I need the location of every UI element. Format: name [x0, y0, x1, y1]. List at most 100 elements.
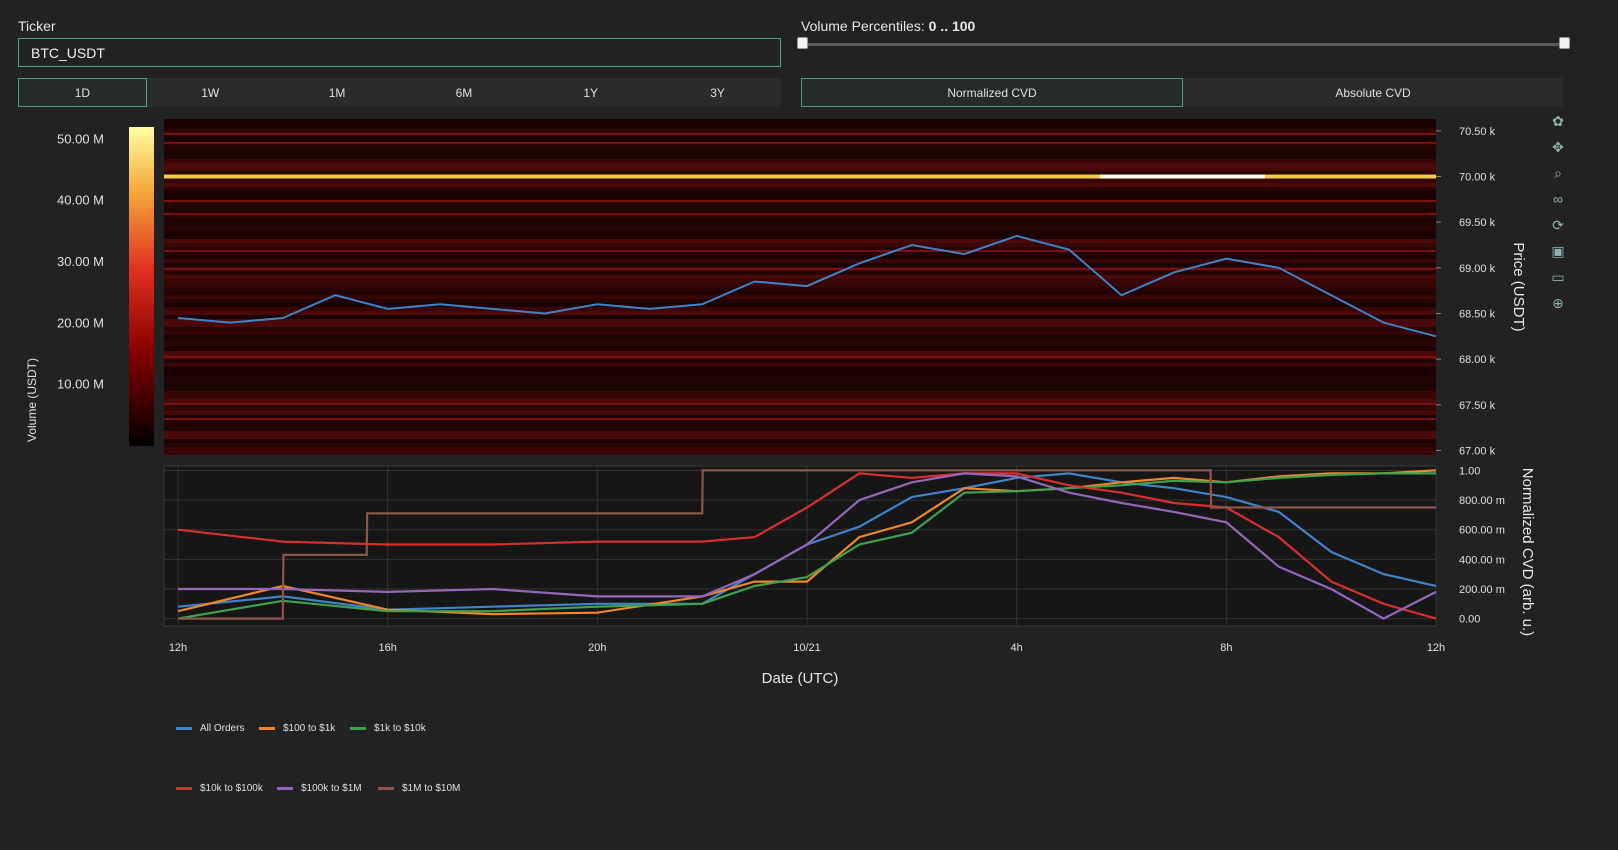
heatmap-row	[164, 239, 1436, 243]
zoom-icon[interactable]: ⌕	[1546, 160, 1570, 186]
heatmap-row	[164, 159, 1436, 163]
heatmap-level	[164, 418, 1436, 420]
cvd-y-tick: 1.00	[1459, 465, 1480, 477]
colorbar-tick: 10.00 M	[57, 377, 104, 392]
heatmap-row	[164, 395, 1436, 399]
heatmap-row	[164, 399, 1436, 403]
heatmap-row	[164, 347, 1436, 351]
heatmap-row	[164, 295, 1436, 299]
heatmap-row	[164, 371, 1436, 375]
heatmap-peak-level	[1100, 174, 1265, 179]
cvd-mode-absolute-cvd[interactable]: Absolute CVD	[1183, 78, 1563, 107]
cvd-x-tick: 16h	[378, 642, 396, 654]
heatmap-level	[164, 250, 1436, 252]
heatmap-row	[164, 343, 1436, 347]
legend-swatch	[350, 727, 366, 730]
plotly-logo-icon[interactable]: ✿	[1546, 108, 1570, 134]
heatmap-row	[164, 431, 1436, 435]
legend-label: $1k to $10k	[374, 723, 426, 734]
timeframe-3y[interactable]: 3Y	[654, 78, 781, 107]
cvd-x-tick: 12h	[1427, 642, 1445, 654]
legend-item[interactable]: $1M to $10M	[378, 783, 460, 794]
heatmap-row	[164, 339, 1436, 343]
legend-item[interactable]: All Orders	[176, 723, 244, 734]
heatmap-row	[164, 379, 1436, 383]
volume-percentiles-value: 0 .. 100	[928, 18, 976, 34]
heatmap-row	[164, 387, 1436, 391]
legend-swatch	[176, 787, 192, 790]
reset-axes-icon[interactable]: ⟳	[1546, 212, 1570, 238]
heatmap-level	[164, 403, 1436, 405]
heatmap-row	[164, 279, 1436, 283]
colorbar-tick: 50.00 M	[57, 131, 104, 146]
download-icon[interactable]: ▣	[1546, 238, 1570, 264]
x-axis-title: Date (UTC)	[762, 670, 839, 687]
legend-label: All Orders	[200, 723, 245, 734]
legend-swatch	[277, 787, 293, 790]
crosshair-icon[interactable]: ⊕	[1546, 290, 1570, 316]
legend-swatch	[259, 727, 275, 730]
cvd-mode-normalized-cvd[interactable]: Normalized CVD	[801, 78, 1183, 107]
heatmap-row	[164, 151, 1436, 155]
price-axis-title: Price (USDT)	[1510, 242, 1527, 331]
colorbar	[129, 127, 154, 446]
colorbar-tick: 40.00 M	[57, 193, 104, 208]
heatmap-row	[164, 243, 1436, 247]
modebar: ✿ ✥ ⌕ ∞ ⟳ ▣ ▭ ⊕	[1546, 108, 1570, 316]
heatmap-row	[164, 255, 1436, 259]
comment-icon[interactable]: ▭	[1546, 264, 1570, 290]
timeframe-1d[interactable]: 1D	[18, 78, 147, 107]
heatmap-row	[164, 271, 1436, 275]
heatmap-level	[164, 200, 1436, 202]
heatmap-row	[164, 119, 1436, 123]
heatmap-row	[164, 215, 1436, 219]
colorbar-title: Volume (USDT)	[25, 358, 39, 442]
heatmap-row	[164, 219, 1436, 223]
lasso-icon[interactable]: ∞	[1546, 186, 1570, 212]
volume-percentile-slider-track[interactable]	[803, 43, 1565, 46]
legend-item[interactable]: $100 to $1k	[259, 723, 335, 734]
volume-percentile-max-handle[interactable]	[1559, 37, 1570, 49]
legend-item[interactable]: $100k to $1M	[277, 783, 362, 794]
heatmap-row	[164, 367, 1436, 371]
heatmap-row	[164, 411, 1436, 415]
timeframe-selector: 1D 1W 1M 6M 1Y 3Y	[18, 78, 781, 107]
timeframe-6m[interactable]: 6M	[400, 78, 527, 107]
heatmap-row	[164, 155, 1436, 159]
cvd-x-tick: 20h	[588, 642, 606, 654]
legend-swatch	[378, 787, 394, 790]
volume-percentiles-title: Volume Percentiles:	[801, 18, 925, 34]
legend-item[interactable]: $1k to $10k	[350, 723, 426, 734]
cvd-x-tick: 12h	[169, 642, 187, 654]
volume-percentile-min-handle[interactable]	[797, 37, 808, 49]
colorbar-tick: 20.00 M	[57, 315, 104, 330]
heatmap-row	[164, 187, 1436, 191]
cvd-x-tick: 4h	[1011, 642, 1023, 654]
cvd-axis-title: Normalized CVD (arb. u.)	[1519, 468, 1536, 636]
heatmap-row	[164, 331, 1436, 335]
heatmap-row	[164, 183, 1436, 187]
ticker-input[interactable]	[18, 38, 781, 67]
cvd-mode-selector: Normalized CVD Absolute CVD	[801, 78, 1563, 107]
heatmap-row	[164, 147, 1436, 151]
heatmap-row	[164, 363, 1436, 367]
heatmap-row	[164, 163, 1436, 167]
legend-item[interactable]: $10k to $100k	[176, 783, 263, 794]
colorbar-ticks: 50.00 M 40.00 M 30.00 M 20.00 M 10.00 M	[57, 131, 104, 391]
cvd-y-tick: 200.00 m	[1459, 584, 1505, 596]
timeframe-1m[interactable]: 1M	[274, 78, 401, 107]
heatmap-row	[164, 311, 1436, 315]
heatmap-row	[164, 359, 1436, 363]
heatmap-row	[164, 407, 1436, 411]
heatmap-row	[164, 223, 1436, 227]
heatmap-row	[164, 167, 1436, 171]
heatmap-level	[164, 356, 1436, 358]
heatmap-y-tick: 69.00 k	[1459, 263, 1496, 275]
legend-swatch	[176, 727, 192, 730]
heatmap-y-tick: 68.50 k	[1459, 308, 1496, 320]
heatmap-row	[164, 439, 1436, 443]
timeframe-1y[interactable]: 1Y	[527, 78, 654, 107]
heatmap-row	[164, 307, 1436, 311]
timeframe-1w[interactable]: 1W	[147, 78, 274, 107]
pan-icon[interactable]: ✥	[1546, 134, 1570, 160]
